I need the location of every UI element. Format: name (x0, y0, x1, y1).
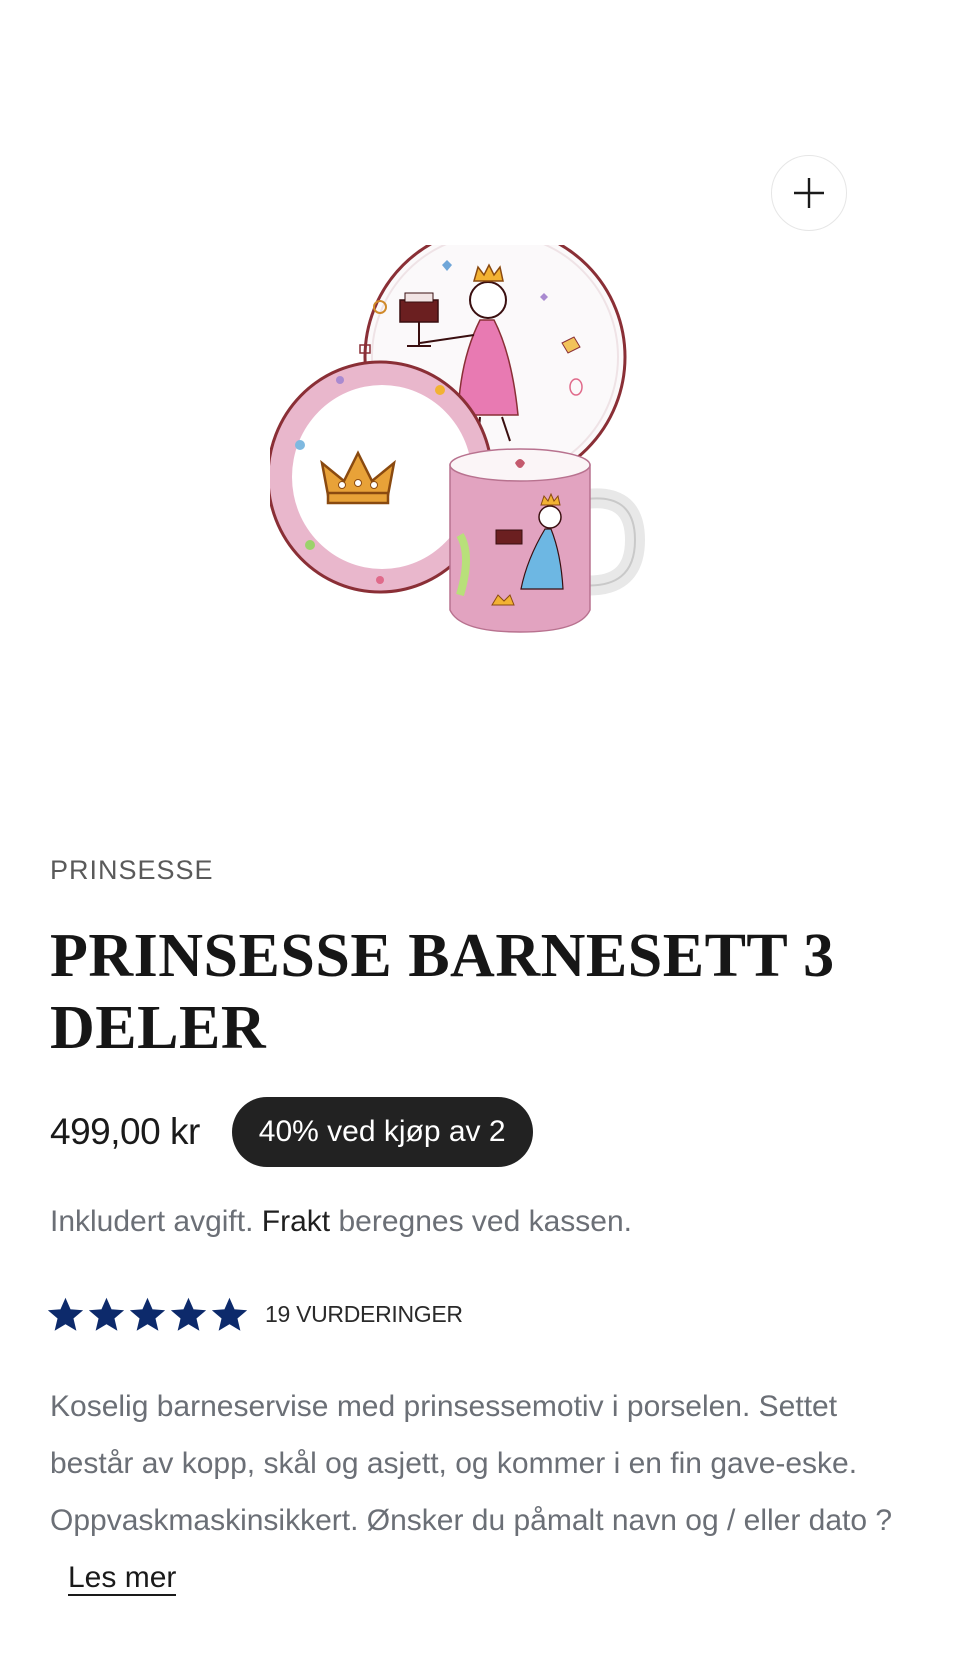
star-icon (89, 1297, 124, 1331)
description-text: Koselig barneservise med prinsessemotiv … (50, 1390, 893, 1537)
tax-shipping-note: Inkludert avgift. Frakt beregnes ved kas… (50, 1205, 632, 1239)
product-image[interactable] (270, 245, 670, 665)
shipping-link[interactable]: Frakt (262, 1205, 330, 1238)
shipping-text: beregnes ved kassen. (338, 1205, 632, 1238)
product-price: 499,00 kr (50, 1111, 200, 1152)
star-icon (48, 1297, 83, 1331)
review-count[interactable]: 19 VURDERINGER (265, 1301, 463, 1328)
discount-badge: 40% ved kjøp av 2 (231, 1097, 533, 1167)
product-page: PRINSESSE PRINSESSE BARNESETT 3 DELER 49… (0, 0, 960, 1675)
star-icon (212, 1297, 247, 1331)
star-rating (48, 1297, 247, 1332)
rating-summary[interactable]: 19 VURDERINGER (48, 1293, 463, 1335)
product-description: Koselig barneservise med prinsessemotiv … (50, 1378, 895, 1606)
tax-text: Inkludert avgift. (50, 1205, 254, 1238)
product-title: PRINSESSE BARNESETT 3 DELER (50, 922, 835, 1062)
zoom-button[interactable] (771, 155, 847, 231)
star-icon (171, 1297, 206, 1331)
mug-illustration (449, 448, 646, 633)
star-icon (130, 1297, 165, 1331)
price-row: 499,00 kr 40% ved kjøp av 2 (50, 1097, 533, 1167)
plus-icon (794, 178, 824, 208)
read-more-link[interactable]: Les mer (68, 1561, 177, 1596)
product-vendor[interactable]: PRINSESSE (50, 855, 214, 886)
product-media (0, 0, 960, 780)
